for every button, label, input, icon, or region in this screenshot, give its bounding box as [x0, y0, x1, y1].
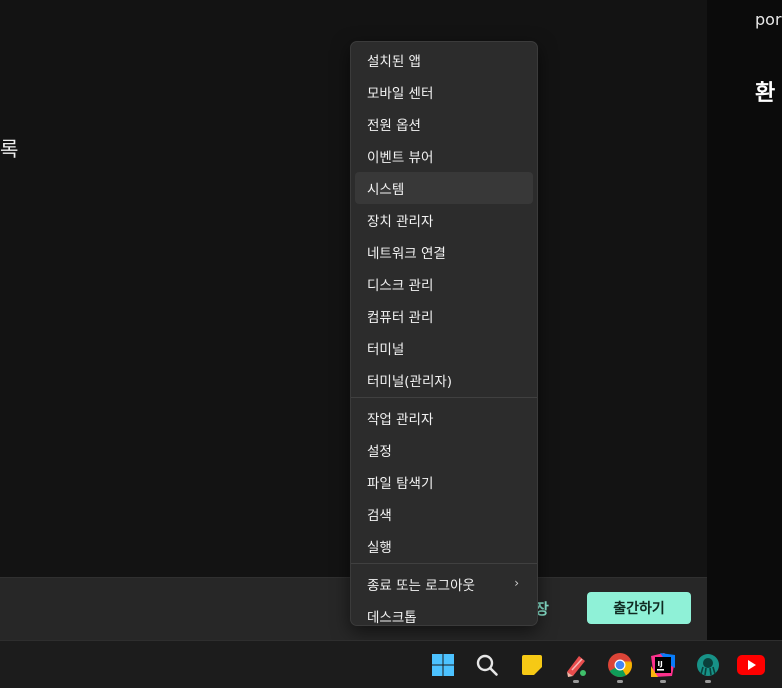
menu-item-label: 종료 또는 로그아웃 — [367, 578, 475, 594]
chevron-right-icon: › — [514, 576, 519, 590]
menu-item-event-viewer[interactable]: 이벤트 뷰어 — [355, 140, 533, 172]
winx-context-menu: 설치된 앱 모바일 센터 전원 옵션 이벤트 뷰어 시스템 장치 관리자 네트워… — [350, 41, 538, 626]
running-indicator — [617, 680, 623, 683]
menu-item-computer-management[interactable]: 컴퓨터 관리 — [355, 300, 533, 332]
menu-group-system-tools: 설치된 앱 모바일 센터 전원 옵션 이벤트 뷰어 시스템 장치 관리자 네트워… — [351, 42, 537, 396]
menu-group-session: 종료 또는 로그아웃 › 데스크톱 — [351, 566, 537, 632]
running-indicator — [705, 680, 711, 683]
menu-item-terminal-admin[interactable]: 터미널(관리자) — [355, 364, 533, 396]
paint-app-icon[interactable] — [561, 650, 591, 680]
menu-divider — [351, 563, 537, 564]
chrome-icon[interactable] — [605, 650, 635, 680]
jetbrains-ide-icon[interactable]: IJ — [648, 650, 678, 680]
youtube-icon[interactable] — [736, 650, 766, 680]
menu-item-shutdown-signout[interactable]: 종료 또는 로그아웃 › — [355, 568, 533, 600]
menu-item-desktop[interactable]: 데스크톱 — [355, 600, 533, 632]
menu-item-network-connections[interactable]: 네트워크 연결 — [355, 236, 533, 268]
svg-text:IJ: IJ — [658, 660, 663, 668]
menu-item-settings[interactable]: 설정 — [355, 434, 533, 466]
menu-item-run[interactable]: 실행 — [355, 530, 533, 562]
gitkraken-icon[interactable] — [693, 650, 723, 680]
menu-item-power-options[interactable]: 전원 옵션 — [355, 108, 533, 140]
menu-item-file-explorer[interactable]: 파일 탐색기 — [355, 466, 533, 498]
partial-left-text: 록 — [0, 137, 19, 161]
menu-item-installed-apps[interactable]: 설치된 앱 — [355, 44, 533, 76]
running-indicator — [573, 680, 579, 683]
partial-right-text: por — [755, 10, 782, 29]
menu-item-search[interactable]: 검색 — [355, 498, 533, 530]
menu-item-mobility-center[interactable]: 모바일 센터 — [355, 76, 533, 108]
menu-item-task-manager[interactable]: 작업 관리자 — [355, 402, 533, 434]
search-icon[interactable] — [472, 650, 502, 680]
running-indicator — [660, 680, 666, 683]
menu-item-device-manager[interactable]: 장치 관리자 — [355, 204, 533, 236]
menu-group-utilities: 작업 관리자 설정 파일 탐색기 검색 실행 — [351, 400, 537, 562]
menu-item-terminal[interactable]: 터미널 — [355, 332, 533, 364]
sticky-notes-icon[interactable] — [517, 650, 547, 680]
menu-divider — [351, 397, 537, 398]
publish-button[interactable]: 출간하기 — [587, 592, 691, 624]
taskbar: IJ — [0, 640, 782, 688]
partial-right-heading: 환 — [755, 81, 776, 106]
menu-item-disk-management[interactable]: 디스크 관리 — [355, 268, 533, 300]
menu-item-system[interactable]: 시스템 — [355, 172, 533, 204]
windows-start-icon[interactable] — [428, 650, 458, 680]
